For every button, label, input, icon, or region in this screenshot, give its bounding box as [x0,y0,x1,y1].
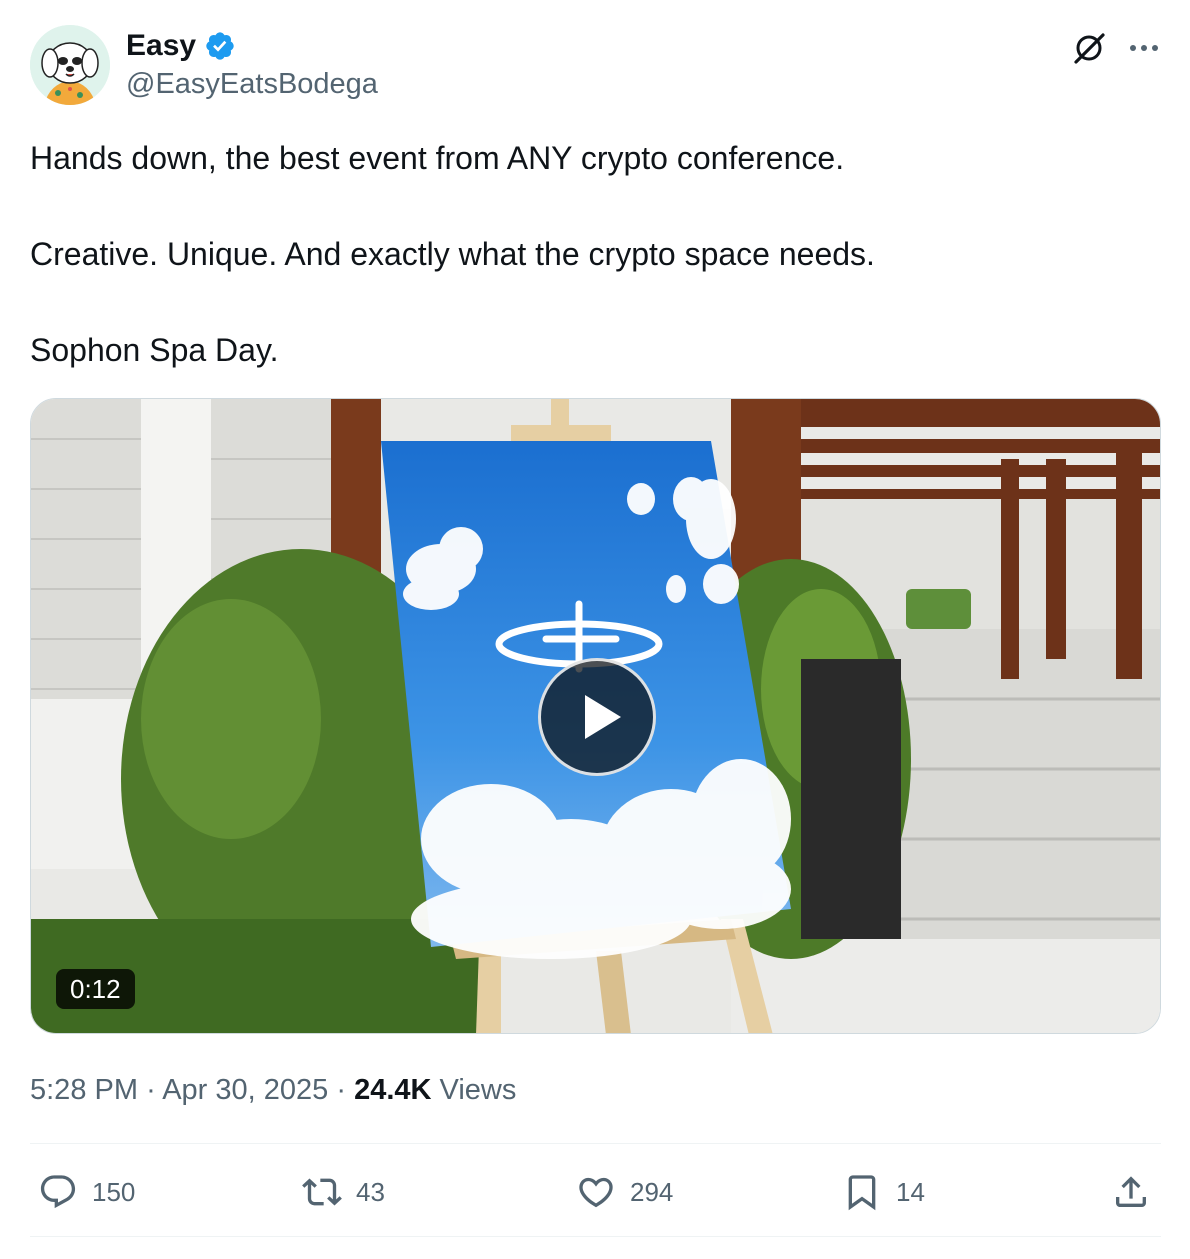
tweet-time[interactable]: 5:28 PM [30,1074,138,1106]
verified-badge-icon [206,32,234,60]
divider-top [30,1143,1161,1144]
meta-separator: · [336,1074,347,1106]
play-button[interactable] [538,658,656,776]
reply-button[interactable]: 150 [38,1170,135,1214]
reply-count: 150 [92,1176,136,1207]
grok-icon[interactable] [1072,30,1108,66]
views-count[interactable]: 24.4K [354,1074,431,1106]
tweet-date[interactable]: Apr 30, 2025 [162,1074,328,1106]
views-label: Views [439,1074,517,1106]
more-dot [1130,45,1136,51]
tweet-text-line-2: Creative. Unique. And exactly what the c… [30,236,875,272]
share-button[interactable] [1111,1170,1151,1214]
divider-bottom [30,1236,1161,1237]
share-icon [1116,1176,1146,1207]
tweet-meta: 5:28 PM · Apr 30, 2025 · 24.4K Views [30,1070,516,1110]
cartoon-dog-avatar-icon [30,25,110,105]
play-icon [585,695,621,739]
author-name-row[interactable]: Easy [126,26,236,66]
like-count: 294 [630,1176,674,1207]
more-dot [1141,45,1147,51]
avatar[interactable] [30,25,110,105]
like-button[interactable]: 294 [576,1170,673,1214]
repost-count: 43 [356,1176,385,1207]
more-icon[interactable] [1124,30,1164,66]
bookmark-icon [848,1175,876,1211]
tweet-text-line-3: Sophon Spa Day. [30,332,279,368]
author-name[interactable]: Easy [126,29,196,63]
author-handle[interactable]: @EasyEatsBodega [126,68,378,101]
repost-button[interactable]: 43 [302,1170,385,1214]
heart-icon [579,1177,613,1208]
video-player[interactable]: 0:12 [30,398,1161,1034]
reply-icon [40,1175,76,1209]
bookmark-count: 14 [896,1176,925,1207]
meta-separator: · [146,1074,156,1106]
more-dot [1152,45,1158,51]
bookmark-button[interactable]: 14 [842,1170,925,1214]
tweet-text-line-1: Hands down, the best event from ANY cryp… [30,140,845,176]
repost-icon [302,1178,342,1206]
video-duration-badge: 0:12 [56,969,135,1009]
